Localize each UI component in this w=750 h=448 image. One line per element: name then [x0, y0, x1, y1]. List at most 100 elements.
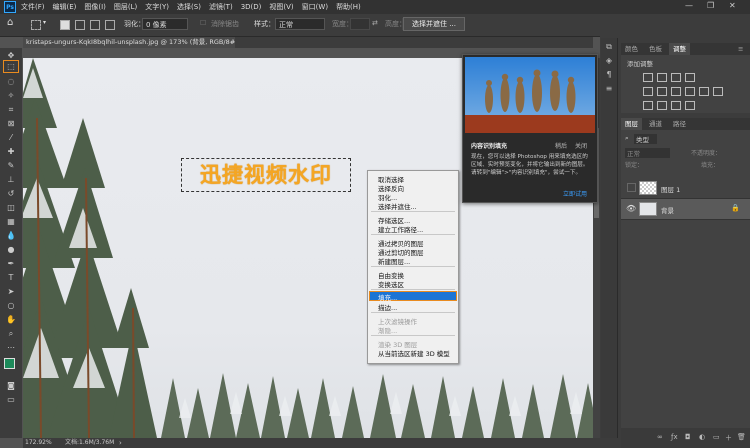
- hue-saturation-icon[interactable]: [657, 87, 667, 96]
- subtract-from-selection-icon[interactable]: [90, 20, 100, 30]
- marquee-preset-icon[interactable]: [31, 20, 41, 30]
- more-tools-icon[interactable]: ⋯: [5, 342, 17, 353]
- path-selection-icon[interactable]: ➤: [5, 286, 17, 297]
- blur-icon[interactable]: 💧: [5, 230, 17, 241]
- tip-try-now-link[interactable]: 立即试用: [563, 189, 587, 198]
- menu-edit[interactable]: 编辑(E): [53, 2, 77, 12]
- tab-channels[interactable]: 通道: [645, 118, 666, 130]
- width-input[interactable]: [350, 18, 370, 30]
- new-group-icon[interactable]: ▭: [713, 433, 720, 441]
- menu-select[interactable]: 选择(S): [177, 2, 201, 12]
- link-layers-icon[interactable]: ∞: [657, 433, 663, 441]
- shape-tool-icon[interactable]: ○: [5, 300, 17, 311]
- add-to-selection-icon[interactable]: [75, 20, 85, 30]
- watermark-selection[interactable]: 迅捷视频水印: [181, 158, 351, 192]
- antialias-checkbox[interactable]: ☐: [200, 19, 206, 27]
- menu-item-transform-selection[interactable]: 变换选区: [378, 279, 404, 289]
- menu-3d[interactable]: 3D(D): [241, 3, 262, 11]
- layer-kind-select[interactable]: 类型: [634, 134, 657, 144]
- curves-icon[interactable]: [671, 73, 681, 82]
- select-and-mask-button[interactable]: 选择并遮住 ...: [403, 17, 465, 31]
- brightness-contrast-icon[interactable]: [643, 73, 653, 82]
- menu-image[interactable]: 图像(I): [84, 2, 106, 12]
- menu-item-make-work-path[interactable]: 建立工作路径...: [378, 224, 423, 234]
- black-white-icon[interactable]: [685, 87, 695, 96]
- tab-color[interactable]: 颜色: [621, 43, 642, 55]
- rectangular-marquee-icon[interactable]: ⬚: [5, 61, 17, 72]
- feather-input[interactable]: 0 像素: [142, 18, 188, 30]
- menu-layer[interactable]: 图层(L): [114, 2, 137, 12]
- healing-brush-icon[interactable]: ✚: [5, 146, 17, 157]
- pen-icon[interactable]: ✒: [5, 258, 17, 269]
- history-icon[interactable]: ⧉: [604, 42, 614, 52]
- brush-settings-icon[interactable]: ≡: [604, 84, 614, 94]
- home-icon[interactable]: ⌂: [7, 17, 13, 28]
- layer-row-layer1[interactable]: 图层 1: [621, 178, 750, 199]
- new-layer-icon[interactable]: ＋: [725, 433, 732, 443]
- tab-swatches[interactable]: 色板: [645, 43, 666, 55]
- menu-help[interactable]: 帮助(H): [336, 2, 361, 12]
- posterize-icon[interactable]: [657, 101, 667, 110]
- layer-row-background[interactable]: 👁 背景 🔒: [621, 199, 750, 220]
- menu-item-fade[interactable]: 渐隐...: [378, 325, 397, 335]
- clone-stamp-icon[interactable]: ⊥: [5, 174, 17, 185]
- screen-mode-icon[interactable]: ▭: [5, 394, 17, 405]
- vibrance-icon[interactable]: [643, 87, 653, 96]
- history-brush-icon[interactable]: ↺: [5, 188, 17, 199]
- menu-window[interactable]: 窗口(W): [302, 2, 328, 12]
- exposure-icon[interactable]: [685, 73, 695, 82]
- zoom-tool-icon[interactable]: ⌕: [5, 328, 17, 339]
- gradient-icon[interactable]: ▦: [5, 216, 17, 227]
- close-window-button[interactable]: ✕: [729, 1, 736, 10]
- document-tab[interactable]: kristaps-ungurs-KqkI8bqlhil-unsplash.jpg…: [23, 37, 235, 48]
- adjustment-layer-icon[interactable]: ◐: [699, 433, 705, 441]
- move-tool-icon[interactable]: ✥: [5, 50, 17, 61]
- new-selection-icon[interactable]: [60, 20, 70, 30]
- zoom-level[interactable]: 172.92%: [25, 438, 52, 448]
- swap-icon[interactable]: ⇄: [372, 19, 378, 27]
- levels-icon[interactable]: [657, 73, 667, 82]
- threshold-icon[interactable]: [671, 101, 681, 110]
- foreground-color-swatch[interactable]: [4, 358, 15, 369]
- invert-icon[interactable]: [643, 101, 653, 110]
- lasso-icon[interactable]: ◌: [5, 76, 17, 87]
- add-mask-icon[interactable]: ◘: [685, 433, 691, 441]
- type-tool-icon[interactable]: T: [5, 272, 17, 283]
- brush-icon[interactable]: ✎: [5, 160, 17, 171]
- chevron-right-icon[interactable]: ›: [119, 438, 122, 448]
- quick-mask-icon[interactable]: ◙: [5, 380, 17, 391]
- delete-layer-icon[interactable]: 🗑: [737, 433, 746, 441]
- menu-type[interactable]: 文字(Y): [145, 2, 169, 12]
- visibility-toggle[interactable]: [627, 183, 636, 192]
- menu-item-new-layer[interactable]: 新建图层...: [378, 256, 410, 266]
- menu-view[interactable]: 视图(V): [269, 2, 293, 12]
- chevron-down-icon[interactable]: ▾: [43, 19, 46, 26]
- eraser-icon[interactable]: ◫: [5, 202, 17, 213]
- menu-item-fill[interactable]: 填充...: [378, 292, 397, 302]
- crop-icon[interactable]: ⌗: [5, 104, 17, 115]
- tab-layers[interactable]: 图层: [621, 118, 642, 130]
- tip-close-button[interactable]: 关闭: [575, 141, 587, 150]
- menu-filter[interactable]: 滤镜(T): [209, 2, 233, 12]
- selective-color-icon[interactable]: [685, 101, 695, 110]
- blend-mode-select[interactable]: 正常: [625, 148, 670, 158]
- panel-menu-icon[interactable]: ≡: [734, 43, 747, 55]
- minimize-button[interactable]: —: [685, 1, 693, 10]
- frame-icon[interactable]: ⊠: [5, 118, 17, 129]
- tip-later-button[interactable]: 稍后: [555, 141, 567, 150]
- eyedropper-icon[interactable]: ⁄: [5, 132, 17, 143]
- filter-kind-icon[interactable]: ⌕: [625, 134, 629, 143]
- style-select[interactable]: 正常: [275, 18, 325, 30]
- hand-tool-icon[interactable]: ✋: [5, 314, 17, 325]
- photo-filter-icon[interactable]: [699, 87, 709, 96]
- properties-icon[interactable]: ◈: [604, 56, 614, 66]
- menu-item-select-mask[interactable]: 选择并遮住...: [378, 201, 417, 211]
- magic-wand-icon[interactable]: ✧: [5, 90, 17, 101]
- color-balance-icon[interactable]: [671, 87, 681, 96]
- layer-style-icon[interactable]: ƒx: [671, 433, 678, 441]
- menu-item-new-3d-from-selection[interactable]: 从当前选区新建 3D 模型: [378, 348, 450, 358]
- tab-adjustments[interactable]: 调整: [669, 43, 690, 55]
- intersect-selection-icon[interactable]: [105, 20, 115, 30]
- restore-button[interactable]: ❐: [707, 1, 714, 10]
- tab-paths[interactable]: 路径: [669, 118, 690, 130]
